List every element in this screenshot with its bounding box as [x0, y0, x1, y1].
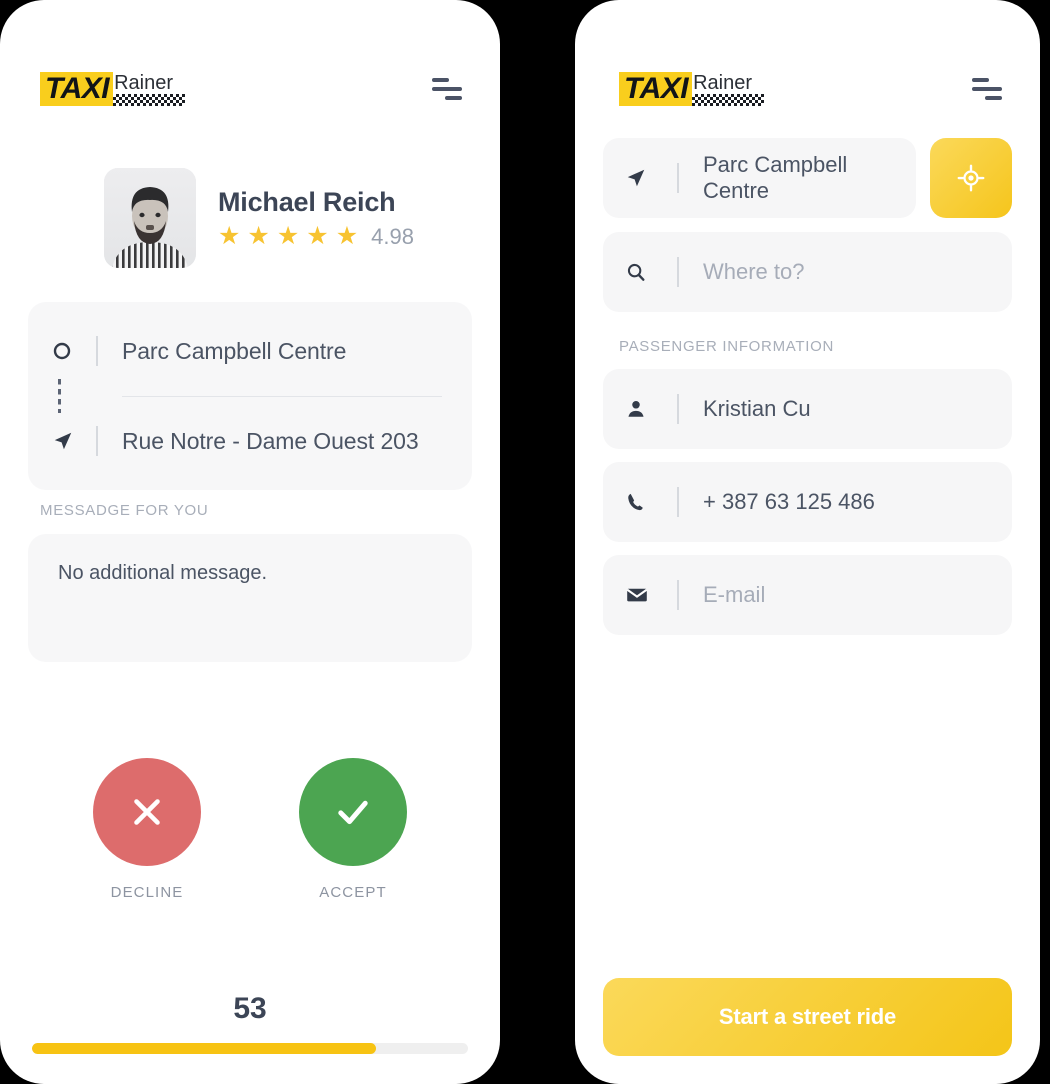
- app-header-left: TAXI Rainer: [0, 72, 500, 106]
- screenshot-stage: TAXI Rainer Michael Reich ★ ★ ★ ★ ★ 4.98…: [0, 0, 1050, 1084]
- message-body: No additional message.: [58, 562, 268, 584]
- dotted-line-column: [52, 379, 96, 413]
- accept-circle[interactable]: [299, 758, 407, 866]
- app-logo: TAXI Rainer: [40, 72, 186, 106]
- star-icon: ★: [218, 222, 241, 250]
- app-logo: TAXI Rainer: [619, 72, 765, 106]
- dotted-line: [58, 379, 61, 413]
- menu-line-middle: [972, 87, 1002, 91]
- decline-circle[interactable]: [93, 758, 201, 866]
- divider: [677, 394, 679, 424]
- envelope-icon: [625, 583, 677, 607]
- hamburger-menu-icon[interactable]: [432, 78, 462, 100]
- route-dropoff-text: Rue Notre - Dame Ouest 203: [122, 427, 419, 454]
- phone-icon: [625, 491, 677, 513]
- decline-button[interactable]: DECLINE: [93, 758, 201, 901]
- hamburger-menu-icon[interactable]: [972, 78, 1002, 100]
- passenger-information-label: PASSENGER INFORMATION: [619, 338, 834, 355]
- star-icon: ★: [276, 222, 300, 250]
- passenger-phone-value: + 387 63 125 486: [703, 489, 875, 514]
- rating-value: 4.98: [371, 223, 414, 249]
- menu-line-bottom: [445, 96, 462, 100]
- pickup-location-input[interactable]: Parc Campbell Centre: [603, 138, 916, 218]
- street-ride-form-screen: TAXI Rainer Parc Campbell Centre Where t…: [575, 0, 1040, 1084]
- countdown-progress-track: [32, 1043, 468, 1054]
- driver-ride-request-screen: TAXI Rainer Michael Reich ★ ★ ★ ★ ★ 4.98…: [0, 0, 500, 1084]
- divider: [96, 336, 98, 366]
- message-section-label: MESSADGE FOR YOU: [40, 502, 209, 519]
- avatar: [104, 168, 196, 268]
- countdown-seconds: 53: [233, 992, 267, 1025]
- passenger-email-input[interactable]: E-mail: [603, 555, 1012, 635]
- route-connector: [52, 374, 446, 418]
- navigation-arrow-icon: [625, 167, 677, 189]
- star-icon: ★: [306, 222, 329, 250]
- destination-placeholder: Where to?: [703, 259, 805, 284]
- divider: [96, 426, 98, 456]
- logo-right-group: Rainer: [692, 72, 765, 106]
- logo-right-group: Rainer: [113, 72, 186, 106]
- passenger-phone-input[interactable]: + 387 63 125 486: [603, 462, 1012, 542]
- ride-actions: DECLINE ACCEPT: [0, 758, 500, 901]
- driver-meta: Michael Reich ★ ★ ★ ★ ★ 4.98: [218, 187, 414, 250]
- route-dropoff-row: Rue Notre - Dame Ouest 203: [52, 418, 446, 464]
- menu-line-middle: [432, 87, 462, 91]
- close-x-icon: [134, 799, 160, 825]
- countdown-progress-fill: [32, 1043, 377, 1054]
- destination-search-input[interactable]: Where to?: [603, 232, 1012, 312]
- person-icon: [625, 398, 677, 420]
- driver-summary: Michael Reich ★ ★ ★ ★ ★ 4.98: [104, 168, 414, 268]
- divider: [677, 580, 679, 610]
- checkerboard-stripe: [692, 94, 765, 106]
- accept-button[interactable]: ACCEPT: [299, 758, 407, 901]
- locate-me-button[interactable]: [930, 138, 1012, 218]
- passenger-email-placeholder: E-mail: [703, 582, 766, 607]
- logo-rainer-text: Rainer: [114, 72, 174, 94]
- start-street-ride-button[interactable]: Start a street ride: [603, 978, 1012, 1056]
- star-icon: ★: [335, 222, 359, 250]
- passenger-name-input[interactable]: Kristian Cu: [603, 369, 1012, 449]
- star-icon: ★: [247, 222, 270, 250]
- logo-taxi-text: TAXI: [619, 72, 693, 106]
- crosshair-target-icon: [957, 164, 985, 192]
- checkerboard-stripe: [113, 94, 186, 106]
- menu-line-top: [432, 78, 449, 82]
- route-divider: [122, 395, 442, 397]
- menu-line-bottom: [985, 96, 1002, 100]
- divider: [677, 257, 679, 287]
- search-icon: [625, 261, 677, 283]
- message-card: No additional message.: [28, 534, 472, 662]
- driver-name: Michael Reich: [218, 186, 396, 217]
- divider: [677, 163, 679, 193]
- route-pickup-text: Parc Campbell Centre: [122, 337, 347, 364]
- decline-label: DECLINE: [110, 884, 184, 901]
- driver-rating: ★ ★ ★ ★ ★ 4.98: [218, 224, 414, 250]
- route-pickup-row: Parc Campbell Centre: [52, 328, 446, 374]
- accept-label: ACCEPT: [319, 884, 387, 901]
- pickup-location-value: Parc Campbell Centre: [703, 152, 848, 203]
- driver-photo: [104, 168, 196, 268]
- passenger-name-value: Kristian Cu: [703, 396, 811, 421]
- logo-taxi-text: TAXI: [40, 72, 114, 106]
- circle-outline-icon: [52, 341, 96, 361]
- check-icon: [338, 800, 368, 825]
- app-header-right: TAXI Rainer: [575, 72, 1040, 106]
- divider: [677, 487, 679, 517]
- navigation-arrow-icon: [52, 430, 96, 452]
- route-card: Parc Campbell Centre Rue Notre - Dame Ou…: [28, 302, 472, 490]
- menu-line-top: [972, 78, 989, 82]
- logo-rainer-text: Rainer: [693, 72, 753, 94]
